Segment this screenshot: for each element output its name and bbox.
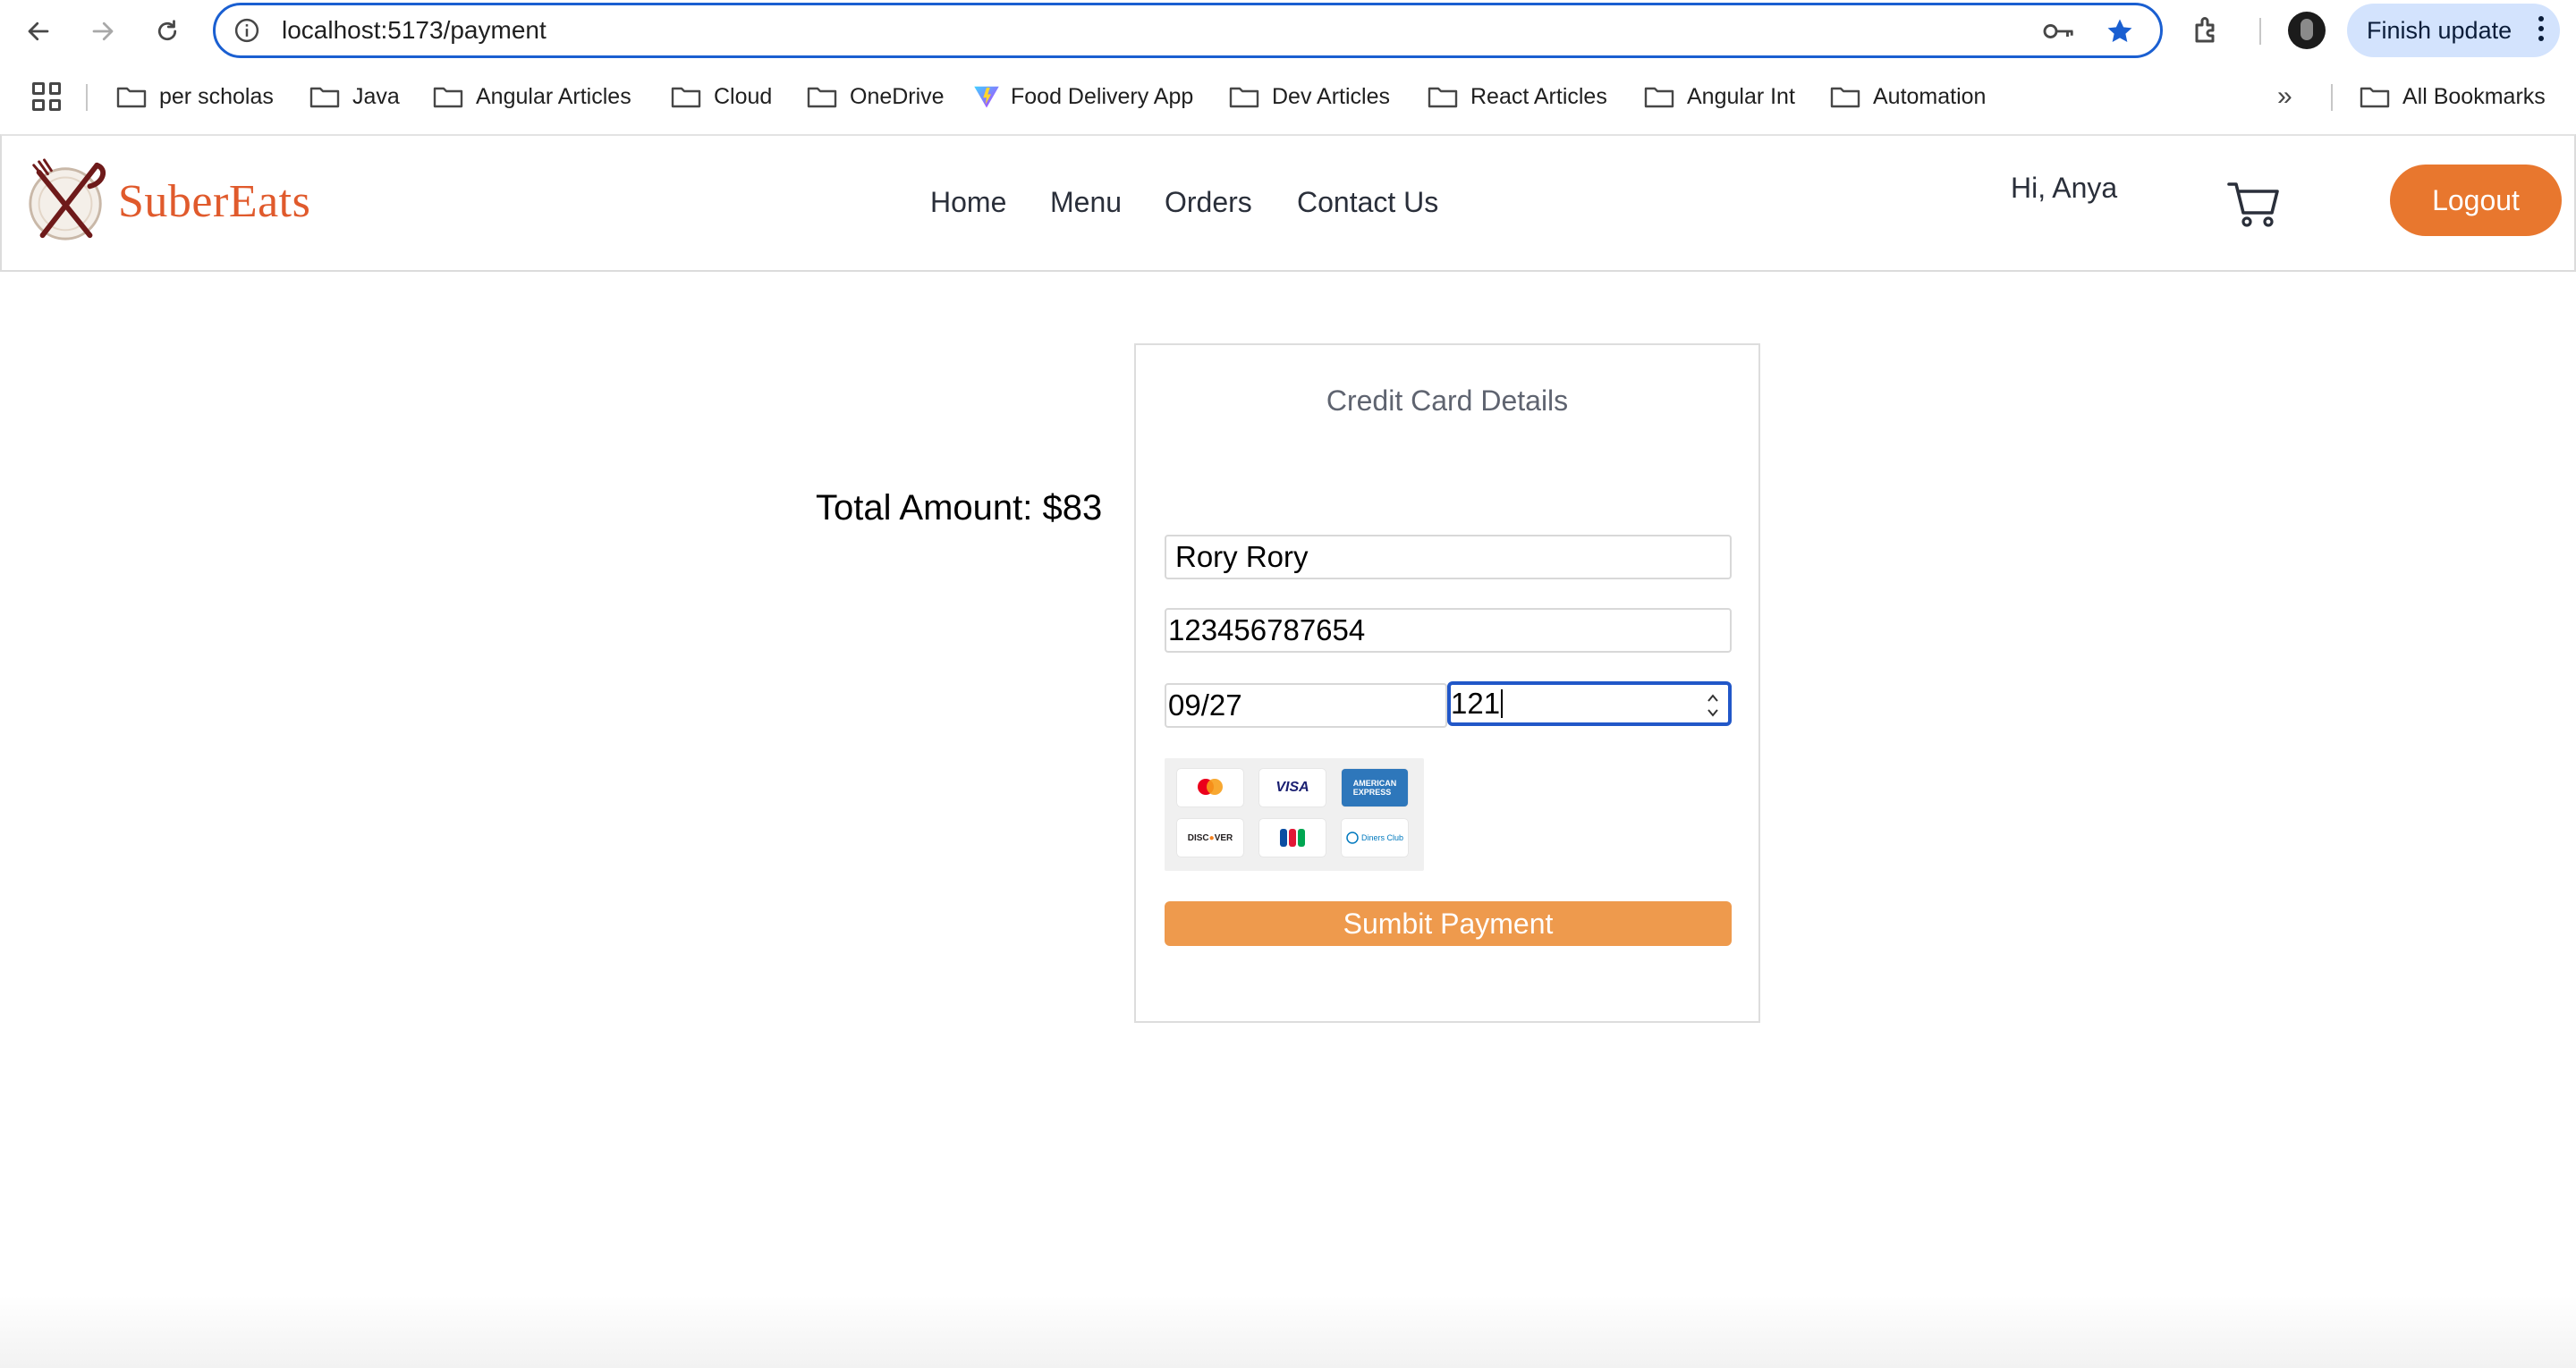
folder-icon	[1428, 87, 1458, 108]
expiry-value: 09/27	[1168, 688, 1242, 722]
american-express-icon: AMERICAN EXPRESS	[1342, 769, 1408, 806]
bookmark-dev-articles[interactable]: Dev Articles	[1229, 72, 1390, 122]
cart-icon[interactable]	[2225, 175, 2283, 232]
bookmark-label: Angular Int	[1687, 83, 1795, 109]
bookmark-label: Food Delivery App	[1011, 83, 1194, 109]
cardholder-name-value: Rory Rory	[1175, 540, 1309, 573]
profile-avatar[interactable]	[2288, 12, 2326, 49]
card-number-input[interactable]: 123456787654	[1165, 608, 1732, 653]
arrow-right-icon	[92, 21, 114, 41]
fork-knife-logo-icon[interactable]	[23, 156, 111, 245]
nav-orders[interactable]: Orders	[1165, 186, 1252, 219]
bookmark-angular-int[interactable]: Angular Int	[1644, 72, 1795, 122]
cardholder-name-input[interactable]: Rory Rory	[1165, 535, 1732, 579]
bookmark-label: React Articles	[1470, 83, 1607, 109]
card-number-value: 123456787654	[1168, 613, 1366, 646]
cvc-value: 121	[1451, 687, 1501, 720]
number-spinner-icon[interactable]	[1705, 688, 1721, 722]
cvc-input[interactable]: 121	[1447, 681, 1732, 726]
folder-icon	[433, 87, 463, 108]
folder-icon	[1229, 87, 1259, 108]
bookmarks-divider	[2331, 84, 2333, 111]
bookmark-automation[interactable]: Automation	[1830, 72, 1986, 122]
bookmark-label: Dev Articles	[1272, 83, 1390, 109]
bookmark-react-articles[interactable]: React Articles	[1428, 72, 1607, 122]
submit-payment-button[interactable]: Sumbit Payment	[1165, 901, 1732, 946]
folder-icon	[1644, 87, 1674, 108]
finish-update-button[interactable]: Finish update	[2347, 4, 2560, 57]
apps-grid-icon[interactable]	[32, 82, 61, 111]
bookmarks-divider	[86, 84, 88, 111]
mastercard-icon	[1177, 769, 1243, 806]
all-bookmarks-label: All Bookmarks	[2402, 83, 2546, 109]
nav-contact-us[interactable]: Contact Us	[1297, 186, 1438, 219]
reload-button[interactable]	[147, 11, 188, 52]
all-bookmarks[interactable]: All Bookmarks	[2360, 72, 2546, 122]
bookmark-label: per scholas	[159, 83, 274, 109]
visa-icon: VISA	[1259, 769, 1326, 806]
expiry-input[interactable]: 09/27	[1165, 683, 1447, 728]
total-amount: Total Amount: $83	[816, 488, 1103, 528]
bookmark-per-scholas[interactable]: per scholas	[116, 72, 274, 122]
bookmark-label: Automation	[1873, 83, 1987, 109]
bookmark-label: OneDrive	[850, 83, 945, 109]
address-bar[interactable]: localhost:5173/payment	[213, 3, 2163, 58]
bookmark-onedrive[interactable]: OneDrive	[807, 72, 945, 122]
bookmark-label: Angular Articles	[476, 83, 631, 109]
url-text: localhost:5173/payment	[282, 16, 547, 44]
bookmark-java[interactable]: Java	[309, 72, 400, 122]
browser-chrome: localhost:5173/payment Finish update per…	[0, 0, 2576, 134]
back-button[interactable]	[18, 11, 59, 52]
diners-club-icon: Diners Club	[1342, 819, 1408, 857]
more-menu-icon[interactable]	[2538, 16, 2544, 45]
arrow-left-icon	[28, 21, 49, 41]
page-bottom-shade	[0, 1296, 2576, 1368]
text-caret	[1501, 689, 1504, 718]
folder-icon	[807, 87, 837, 108]
bookmark-cloud[interactable]: Cloud	[671, 72, 772, 122]
credit-card-form: Credit Card Details Rory Rory 1234567876…	[1134, 343, 1760, 1023]
site-header: SuberEats Home Menu Orders Contact Us Hi…	[0, 134, 2576, 272]
nav-menu[interactable]: Menu	[1050, 186, 1122, 219]
bookmarks-bar: per scholas Java Angular Articles Cloud …	[0, 72, 2576, 122]
card-title: Credit Card Details	[1326, 384, 1569, 417]
chevron-double-right-icon[interactable]: »	[2277, 82, 2306, 111]
nav-home[interactable]: Home	[930, 186, 1006, 219]
folder-icon	[309, 87, 340, 108]
folder-icon	[1830, 87, 1860, 108]
folder-icon	[2360, 87, 2390, 108]
folder-icon	[671, 87, 701, 108]
toolbar-divider	[2259, 18, 2261, 45]
brand-name[interactable]: SuberEats	[118, 175, 310, 228]
bookmark-star-icon[interactable]	[2105, 16, 2135, 46]
forward-button[interactable]	[82, 11, 123, 52]
jcb-icon	[1259, 819, 1326, 857]
finish-update-label: Finish update	[2367, 16, 2512, 44]
info-icon[interactable]	[233, 17, 260, 44]
extensions-icon[interactable]	[2191, 14, 2224, 46]
discover-icon: DISC ● VER	[1177, 819, 1243, 857]
bookmark-label: Java	[352, 83, 400, 109]
user-greeting: Hi, Anya	[2011, 172, 2118, 204]
bookmark-label: Cloud	[714, 83, 773, 109]
key-icon[interactable]	[2042, 18, 2076, 45]
vite-icon	[974, 86, 999, 108]
bookmark-angular-articles[interactable]: Angular Articles	[433, 72, 631, 122]
reload-icon	[157, 20, 177, 41]
card-brand-logos: VISA AMERICAN EXPRESS DISC ● VER Diners Clu…	[1165, 758, 1424, 871]
bookmark-food-delivery-app[interactable]: Food Delivery App	[973, 72, 1193, 122]
folder-icon	[116, 87, 147, 108]
logout-button[interactable]: Logout	[2390, 165, 2562, 236]
